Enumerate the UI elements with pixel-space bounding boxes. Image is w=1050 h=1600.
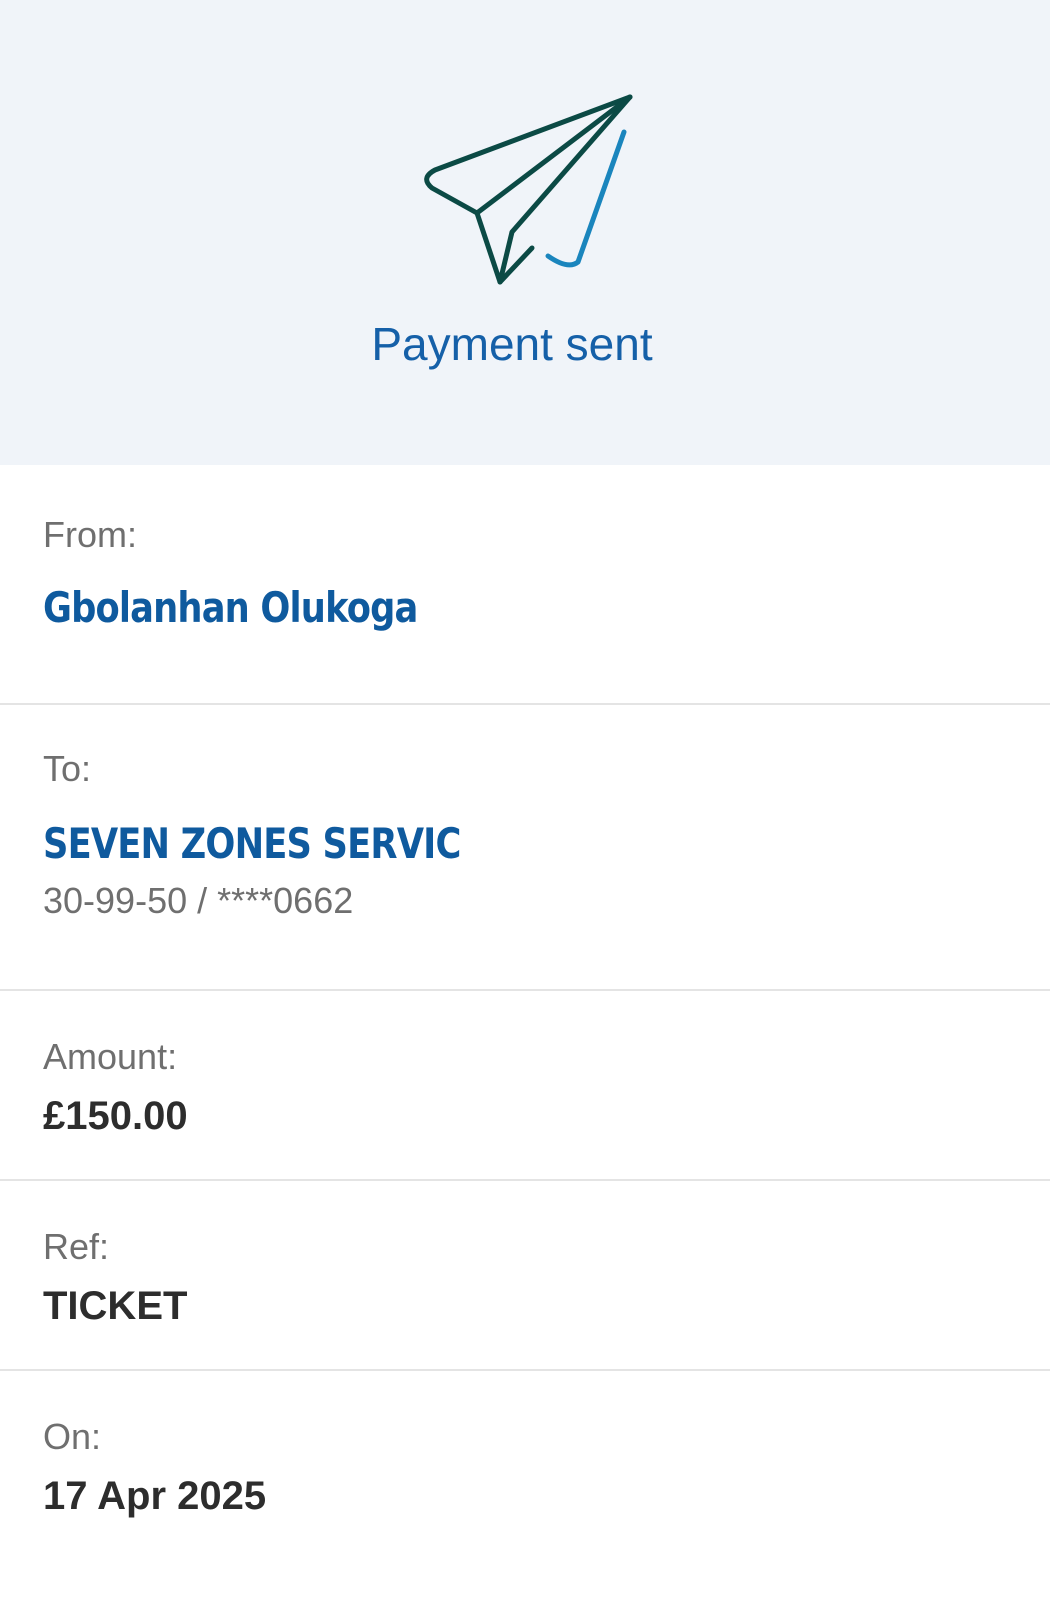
payment-confirmation-header: Payment sent bbox=[0, 0, 1050, 465]
ref-section: Ref: TICKET bbox=[0, 1181, 1050, 1371]
page-title: Payment sent bbox=[371, 318, 653, 370]
amount-value: £150.00 bbox=[43, 1094, 188, 1138]
from-name: Gbolanhan Olukoga bbox=[43, 583, 418, 632]
to-account: 30-99-50 / ****0662 bbox=[43, 880, 354, 921]
date-section: On: 17 Apr 2025 bbox=[0, 1371, 1050, 1590]
ref-value: TICKET bbox=[43, 1284, 188, 1328]
to-section: To: SEVEN ZONES SERVIC 30-99-50 / ****06… bbox=[0, 705, 1050, 991]
date-label: On: bbox=[43, 1416, 102, 1457]
amount-section: Amount: £150.00 bbox=[0, 991, 1050, 1181]
paper-plane-check-icon bbox=[424, 94, 633, 285]
from-label: From: bbox=[43, 514, 137, 555]
to-name: SEVEN ZONES SERVIC bbox=[43, 819, 461, 868]
to-label: To: bbox=[43, 748, 92, 789]
date-value: 17 Apr 2025 bbox=[43, 1474, 267, 1518]
amount-label: Amount: bbox=[43, 1036, 178, 1077]
from-section: From: Gbolanhan Olukoga bbox=[0, 465, 1050, 705]
ref-label: Ref: bbox=[43, 1226, 110, 1267]
